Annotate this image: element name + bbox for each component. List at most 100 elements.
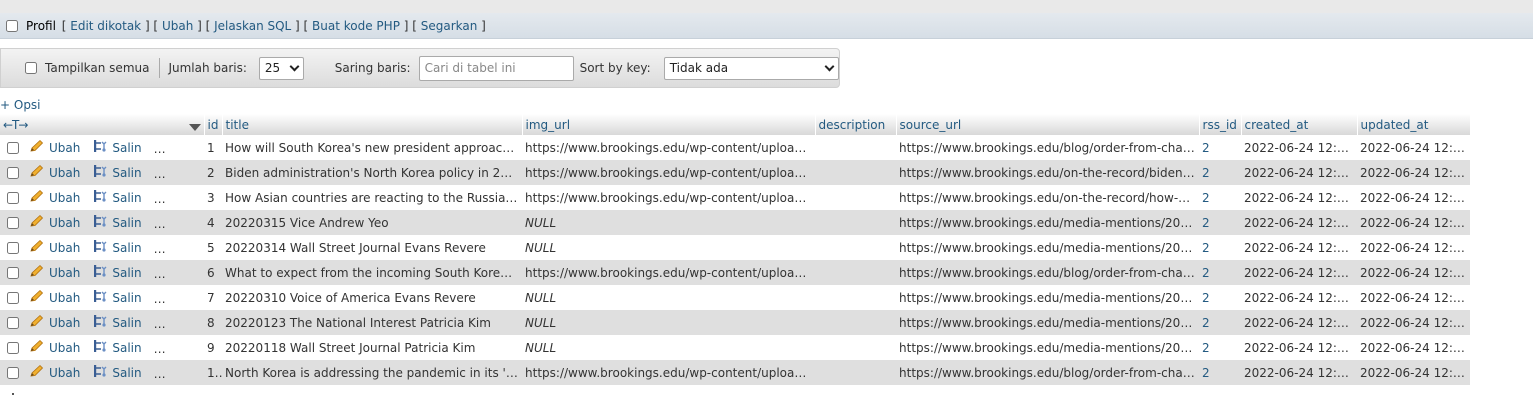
cell-img-url[interactable]: https://www.brookings.edu/wp-content/upl… (522, 260, 816, 285)
copy-row-button[interactable]: Salin (92, 189, 142, 206)
cell-created-at[interactable]: 2022-06-24 12:09:23 (1241, 310, 1358, 335)
cell-description[interactable] (815, 285, 897, 310)
cell-created-at[interactable]: 2022-06-24 12:09:23 (1241, 210, 1358, 235)
cell-title[interactable]: How will South Korea's new president app… (222, 135, 523, 160)
column-header-updated-at[interactable]: updated_at (1357, 114, 1471, 135)
cell-rss-id[interactable]: 2 (1199, 160, 1242, 185)
cell-title[interactable]: 20220118 Wall Street Journal Patricia Ki… (222, 335, 523, 360)
create-php-code-link[interactable]: Buat kode PHP (312, 19, 400, 33)
table-row[interactable]: UbahSalinHapus820220123 The National Int… (0, 310, 1471, 335)
cell-id[interactable]: 1 (204, 135, 223, 160)
rss-id-link[interactable]: 2 (1202, 291, 1210, 305)
cell-created-at[interactable]: 2022-06-24 12:09:23 (1241, 360, 1358, 385)
cell-updated-at[interactable]: 2022-06-24 12:09:23 (1357, 360, 1471, 385)
cell-id[interactable]: 3 (204, 185, 223, 210)
table-row[interactable]: UbahSalinHapus6What to expect from the i… (0, 260, 1471, 285)
cell-created-at[interactable]: 2022-06-24 12:09:23 (1241, 335, 1358, 360)
cell-description[interactable] (815, 260, 897, 285)
cell-updated-at[interactable]: 2022-06-24 12:09:23 (1357, 335, 1471, 360)
cell-img-url[interactable]: https://www.brookings.edu/wp-content/upl… (522, 160, 816, 185)
row-checkbox[interactable] (7, 292, 19, 304)
cell-rss-id[interactable]: 2 (1199, 135, 1242, 160)
cell-title[interactable]: 20220310 Voice of America Evans Revere (222, 285, 523, 310)
cell-description[interactable] (815, 210, 897, 235)
edit-row-button[interactable]: Ubah (29, 189, 80, 206)
explain-sql-link[interactable]: Jelaskan SQL (214, 19, 291, 33)
edit-row-button[interactable]: Ubah (29, 339, 80, 356)
table-row[interactable]: UbahSalinHapus10North Korea is addressin… (0, 360, 1471, 385)
rss-id-link[interactable]: 2 (1202, 341, 1210, 355)
cell-img-url[interactable]: NULL (522, 335, 816, 360)
column-header-source-url[interactable]: source_url (896, 114, 1200, 135)
cell-img-url[interactable]: NULL (522, 285, 816, 310)
cell-source-url[interactable]: https://www.brookings.edu/media-mentions… (896, 335, 1200, 360)
edit-row-button[interactable]: Ubah (29, 314, 80, 331)
cell-rss-id[interactable]: 2 (1199, 210, 1242, 235)
row-checkbox[interactable] (7, 317, 19, 329)
cell-rss-id[interactable]: 2 (1199, 310, 1242, 335)
sort-key-select[interactable]: Tidak ada (663, 56, 839, 80)
copy-row-button[interactable]: Salin (92, 339, 142, 356)
cell-source-url[interactable]: https://www.brookings.edu/on-the-record/… (896, 160, 1200, 185)
cell-updated-at[interactable]: 2022-06-24 12:09:23 (1357, 185, 1471, 210)
table-row[interactable]: UbahSalinHapus520220314 Wall Street Jour… (0, 235, 1471, 260)
row-checkbox[interactable] (7, 142, 19, 154)
copy-row-button[interactable]: Salin (92, 164, 142, 181)
cell-rss-id[interactable]: 2 (1199, 360, 1242, 385)
cell-created-at[interactable]: 2022-06-24 12:09:23 (1241, 235, 1358, 260)
rss-id-link[interactable]: 2 (1202, 166, 1210, 180)
cell-id[interactable]: 7 (204, 285, 223, 310)
copy-row-button[interactable]: Salin (92, 264, 142, 281)
sort-triangle-icon[interactable] (188, 123, 201, 131)
cell-img-url[interactable]: NULL (522, 310, 816, 335)
edit-row-button[interactable]: Ubah (29, 289, 80, 306)
cell-img-url[interactable]: NULL (522, 210, 816, 235)
cell-id[interactable]: 2 (204, 160, 223, 185)
cell-id[interactable]: 9 (204, 335, 223, 360)
cell-title[interactable]: 20220315 Vice Andrew Yeo (222, 210, 523, 235)
cell-rss-id[interactable]: 2 (1199, 185, 1242, 210)
row-checkbox[interactable] (7, 242, 19, 254)
cell-id[interactable]: 8 (204, 310, 223, 335)
cell-description[interactable] (815, 135, 897, 160)
cell-rss-id[interactable]: 2 (1199, 285, 1242, 310)
cell-updated-at[interactable]: 2022-06-24 12:09:23 (1357, 210, 1471, 235)
cell-created-at[interactable]: 2022-06-24 12:09:23 (1241, 260, 1358, 285)
cell-title[interactable]: North Korea is addressing the pandemic i… (222, 360, 523, 385)
copy-row-button[interactable]: Salin (92, 314, 142, 331)
cell-rss-id[interactable]: 2 (1199, 235, 1242, 260)
options-link[interactable]: + Opsi (0, 98, 41, 112)
table-row[interactable]: UbahSalinHapus3How Asian countries are r… (0, 185, 1471, 210)
cell-rss-id[interactable]: 2 (1199, 335, 1242, 360)
rss-id-link[interactable]: 2 (1202, 316, 1210, 330)
cell-img-url[interactable]: https://www.brookings.edu/wp-content/upl… (522, 360, 816, 385)
edit-row-button[interactable]: Ubah (29, 239, 80, 256)
cell-source-url[interactable]: https://www.brookings.edu/media-mentions… (896, 210, 1200, 235)
edit-row-button[interactable]: Ubah (29, 164, 80, 181)
copy-row-button[interactable]: Salin (92, 239, 142, 256)
cell-created-at[interactable]: 2022-06-24 12:09:23 (1241, 160, 1358, 185)
cell-created-at[interactable]: 2022-06-24 12:09:23 (1241, 285, 1358, 310)
column-header-title[interactable]: title (222, 114, 523, 135)
column-arrows-header[interactable]: ←T→ (0, 114, 205, 135)
cell-updated-at[interactable]: 2022-06-24 12:09:23 (1357, 310, 1471, 335)
column-header-rss-id[interactable]: rss_id (1199, 114, 1242, 135)
rss-id-link[interactable]: 2 (1202, 241, 1210, 255)
cell-img-url[interactable]: NULL (522, 235, 816, 260)
profile-checkbox[interactable] (6, 19, 18, 32)
cell-img-url[interactable]: https://www.brookings.edu/wp-content/upl… (522, 135, 816, 160)
cell-id[interactable]: 10 (204, 360, 223, 385)
cell-source-url[interactable]: https://www.brookings.edu/on-the-record/… (896, 185, 1200, 210)
cell-description[interactable] (815, 360, 897, 385)
edit-query-link[interactable]: Ubah (162, 19, 193, 33)
cell-updated-at[interactable]: 2022-06-24 12:09:23 (1357, 285, 1471, 310)
cell-description[interactable] (815, 310, 897, 335)
show-all-checkbox[interactable] (25, 62, 37, 74)
cell-source-url[interactable]: https://www.brookings.edu/media-mentions… (896, 310, 1200, 335)
edit-row-button[interactable]: Ubah (29, 139, 80, 156)
rss-id-link[interactable]: 2 (1202, 141, 1210, 155)
cell-source-url[interactable]: https://www.brookings.edu/blog/order-fro… (896, 135, 1200, 160)
copy-row-button[interactable]: Salin (92, 139, 142, 156)
cell-rss-id[interactable]: 2 (1199, 260, 1242, 285)
refresh-link[interactable]: Segarkan (421, 19, 478, 33)
